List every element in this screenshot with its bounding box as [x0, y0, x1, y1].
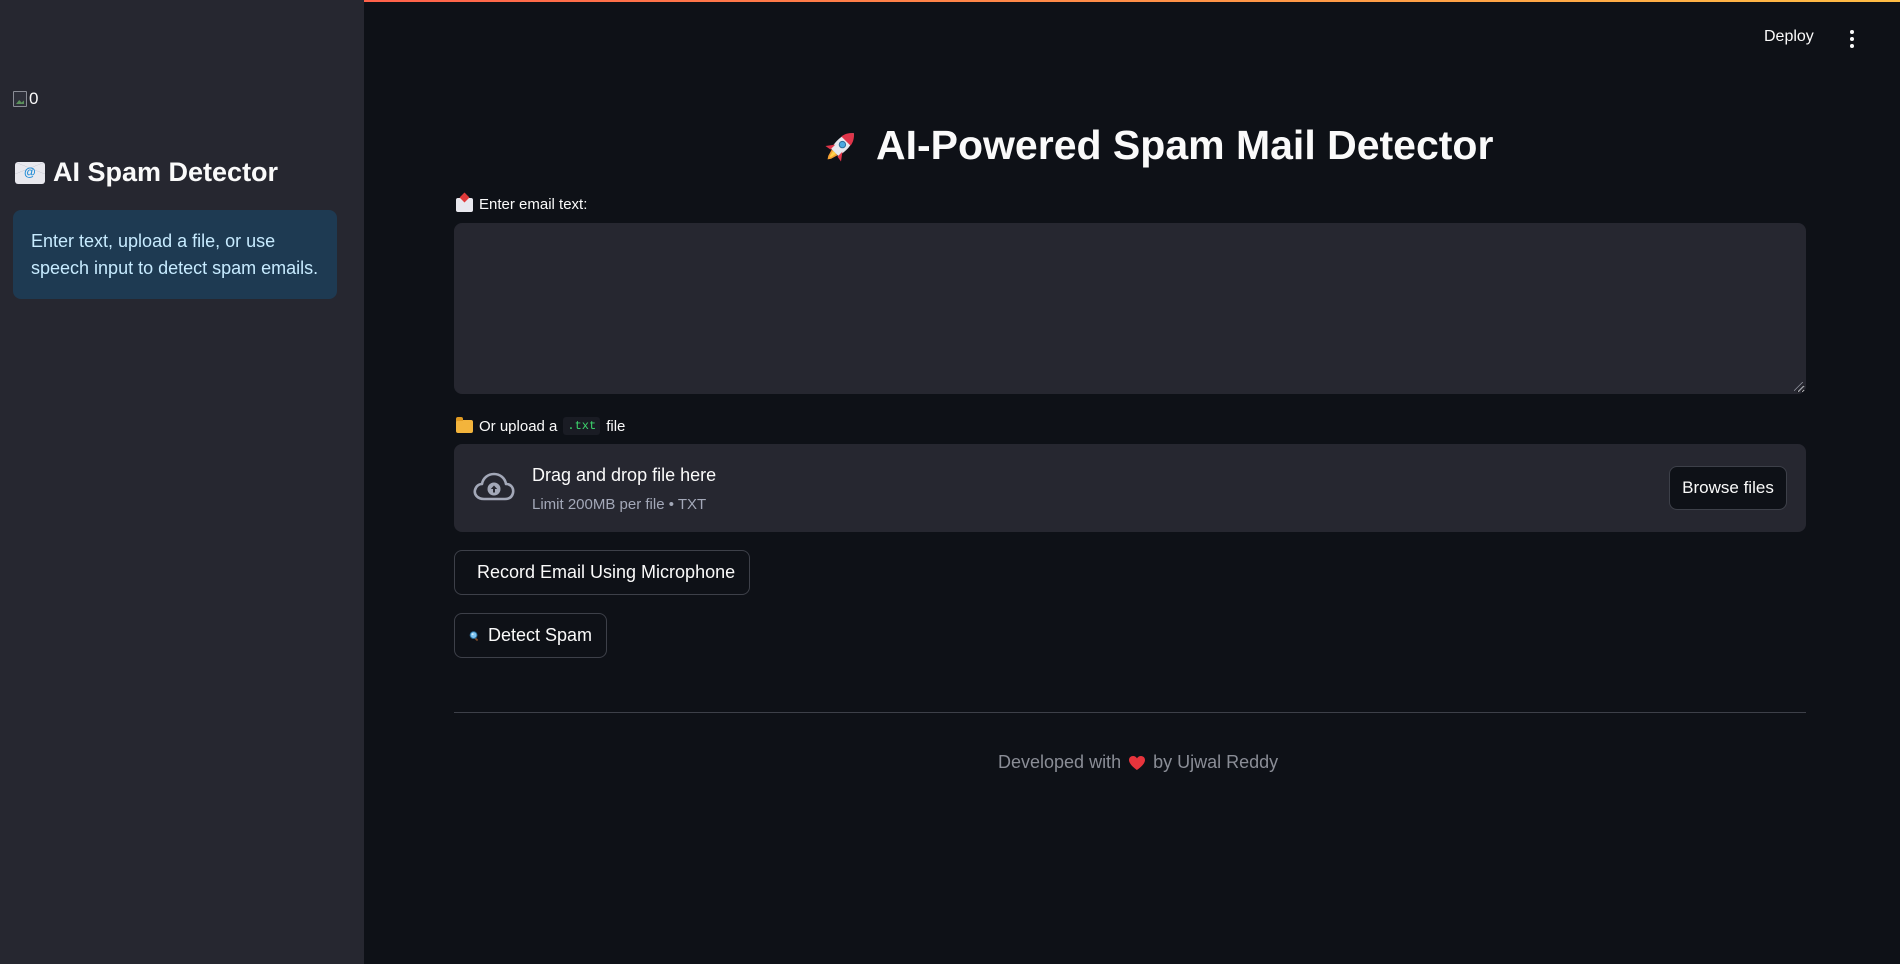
heart-icon: [1129, 755, 1146, 770]
footer-divider: [454, 712, 1806, 713]
deploy-button[interactable]: Deploy: [1764, 28, 1814, 46]
envelope-icon: [15, 161, 45, 184]
dropzone-subtitle: Limit 200MB per file • TXT: [532, 496, 707, 513]
sidebar-info-text: Enter text, upload a file, or use speech…: [31, 231, 319, 278]
kebab-menu-icon[interactable]: [1849, 30, 1855, 48]
magnifier-icon: [469, 630, 479, 641]
email-input-label: Enter email text:: [456, 196, 587, 213]
sidebar: 0 AI Spam Detector Enter text, upload a …: [0, 0, 364, 964]
sidebar-title-text: AI Spam Detector: [53, 157, 279, 187]
record-email-button[interactable]: Record Email Using Microphone: [454, 550, 750, 595]
upload-label: Or upload a .txt file: [456, 416, 626, 435]
cloud-upload-icon: [473, 472, 515, 501]
upload-label-code: .txt: [563, 417, 601, 435]
sidebar-image-alt: 0: [29, 89, 39, 108]
browse-files-button[interactable]: Browse files: [1669, 466, 1787, 510]
folder-icon: [456, 416, 473, 433]
page-title-text: AI-Powered Spam Mail Detector: [876, 122, 1494, 168]
upload-label-prefix: Or upload a: [479, 417, 558, 435]
sidebar-image: 0: [13, 89, 38, 109]
detect-spam-button-label: Detect Spam: [487, 625, 592, 645]
email-text-area[interactable]: [454, 223, 1806, 394]
rocket-icon: [825, 132, 854, 162]
incoming-mail-icon: [456, 197, 473, 212]
footer-suffix: by Ujwal Reddy: [1153, 752, 1279, 772]
dropzone-title: Drag and drop file here: [532, 465, 717, 485]
footer: Developed with by Ujwal Reddy: [998, 752, 1278, 773]
sidebar-info-box: Enter text, upload a file, or use speech…: [13, 210, 337, 299]
page-title: AI-Powered Spam Mail Detector: [820, 122, 1493, 169]
email-input-label-text: Enter email text:: [479, 196, 588, 213]
file-dropzone[interactable]: Drag and drop file here Limit 200MB per …: [454, 444, 1806, 532]
broken-image-icon: [13, 91, 27, 107]
sidebar-title: AI Spam Detector: [15, 157, 278, 188]
upload-label-suffix: file: [606, 417, 626, 435]
resize-handle-icon[interactable]: [1794, 382, 1803, 391]
detect-spam-button[interactable]: Detect Spam: [454, 613, 607, 658]
record-email-button-label: Record Email Using Microphone: [477, 562, 736, 582]
footer-prefix: Developed with: [998, 752, 1122, 772]
